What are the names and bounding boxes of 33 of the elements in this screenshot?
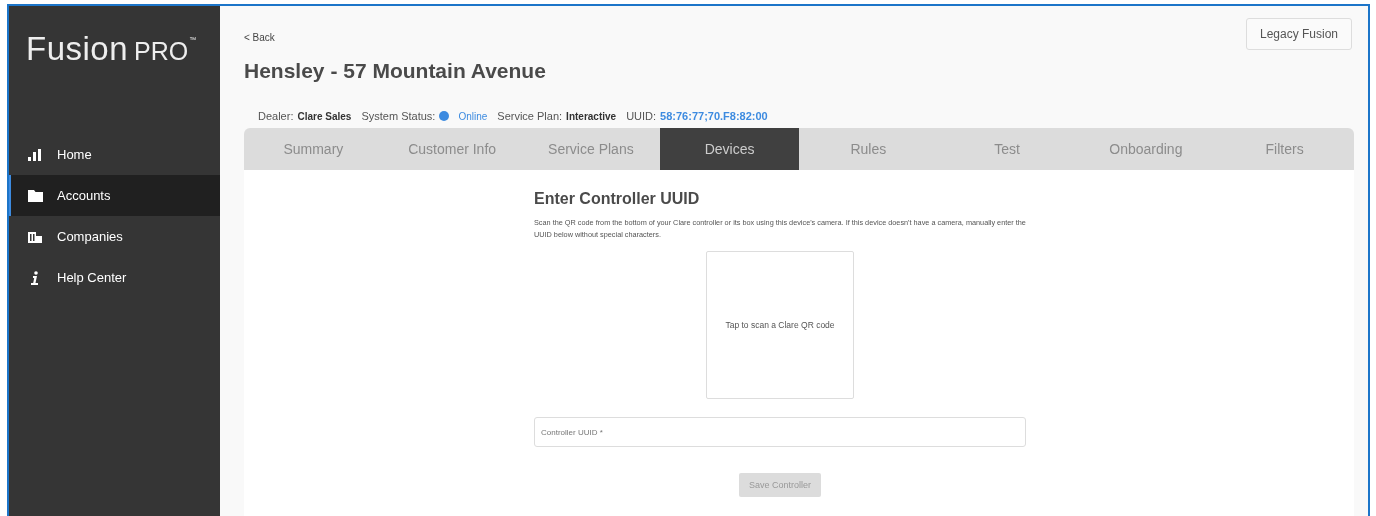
tab[interactable]: Customer Info (382, 128, 522, 170)
tab[interactable]: Rules (799, 128, 938, 170)
info-label: Dealer: (258, 110, 294, 122)
status-dot (439, 111, 450, 121)
tab[interactable]: Onboarding (1076, 128, 1216, 170)
form-heading: Enter Controller UUID (534, 190, 701, 208)
info-value: Clare Sales (297, 110, 352, 122)
back-link[interactable]: < Back (244, 32, 275, 43)
info-label: System Status: (361, 110, 436, 122)
tab[interactable]: Test (937, 128, 1077, 170)
logo-pro: PRO (134, 39, 189, 64)
sidebar-item[interactable]: Accounts (9, 175, 220, 216)
qr-scan-area[interactable]: Tap to scan a Clare QR code (706, 251, 854, 399)
uuid-link[interactable]: 58:76:77;70.F8:82:00 (660, 110, 768, 122)
sidebar-item[interactable]: Home (9, 134, 220, 175)
folder-icon (27, 189, 43, 202)
sidebar-item[interactable]: Companies (9, 216, 220, 257)
tab[interactable]: Filters (1215, 128, 1354, 170)
page-title: Hensley - 57 Mountain Avenue (244, 59, 547, 83)
tab[interactable]: Service Plans (521, 128, 661, 170)
bar-chart-icon (28, 148, 42, 161)
tab[interactable]: Summary (244, 128, 383, 170)
legacy-fusion-button[interactable]: Legacy Fusion (1245, 18, 1352, 50)
tab[interactable]: Devices (660, 128, 799, 170)
sidebar-item[interactable]: Help Center (9, 257, 220, 298)
uuid-input-field[interactable]: Controller UUID * (534, 417, 1026, 447)
building-icon (28, 230, 42, 243)
status-value: Online (458, 110, 488, 122)
info-label: Service Plan: (497, 110, 563, 122)
info-label: UUID: (626, 110, 657, 122)
info-value: Interactive (566, 110, 617, 122)
info-icon (31, 270, 39, 285)
logo-text: Fusion (26, 32, 129, 65)
